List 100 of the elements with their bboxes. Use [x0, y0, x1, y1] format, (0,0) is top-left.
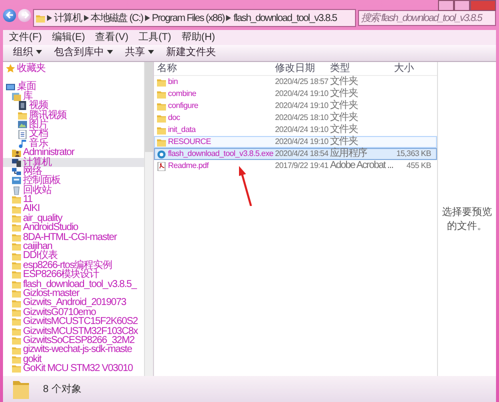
document-icon [18, 130, 27, 139]
sidebar-item[interactable]: 控制面板 [3, 176, 144, 186]
folder-icon [157, 90, 166, 98]
toolbar-button[interactable]: 共享 [125, 47, 154, 59]
sidebar-item[interactable]: 11 [3, 195, 144, 204]
sidebar-item[interactable]: 图片 [3, 120, 144, 130]
sidebar-item[interactable]: GizwitsMCUSTM32F103C8x [3, 326, 144, 336]
folder-icon [157, 114, 166, 122]
sidebar-item[interactable]: GizwitsMCUSTC15F2K60S2 [3, 317, 144, 327]
sidebar-item[interactable]: GoKit MCU STM32 V03010 [3, 364, 144, 374]
file-name: bin [168, 77, 178, 87]
column-header[interactable]: 修改日期 [272, 62, 327, 75]
caret-icon [36, 50, 42, 54]
address-bar[interactable]: 计算机 本地磁盘 (C:) Program Files (x86) flash_download_tool_v3.8.5 [33, 9, 356, 27]
menu-item[interactable]: 文件(F) [9, 32, 42, 43]
sidebar-item[interactable]: Administrator [3, 148, 144, 158]
picture-icon [18, 120, 27, 130]
sidebar-item[interactable]: 收藏夹 [3, 64, 144, 74]
file-row[interactable]: combine 2020/4/24 19:10 文件夹 [154, 88, 437, 100]
control-panel-icon [12, 176, 21, 186]
sidebar-item[interactable]: AIKI [3, 204, 144, 214]
sidebar-item[interactable]: GizwitsSoCESP8266_32M2 [3, 336, 144, 346]
folder-icon [13, 379, 29, 399]
file-row[interactable]: init_data 2020/4/24 19:10 文件夹 [154, 124, 437, 136]
file-row[interactable]: doc 2020/4/25 18:10 文件夹 [154, 112, 437, 124]
type-cell-text: Adobe Acrobat ... [329, 161, 392, 171]
chevron-icon [47, 15, 52, 21]
sidebar-item[interactable]: air_quality [3, 214, 144, 224]
folder-icon [12, 232, 21, 242]
sidebar-item[interactable]: AndroidStudio [3, 223, 144, 233]
sidebar-item[interactable]: flash_download_tool_v3.8.5_ [3, 280, 144, 289]
sidebar-item[interactable]: 计算机 [3, 158, 144, 167]
type-cell-text: 文件夹 [329, 125, 359, 135]
toolbar-button[interactable]: 包含到库中 [54, 47, 113, 59]
folder-icon [12, 298, 21, 308]
sidebar-item[interactable]: esp8266-rtos编程实例 [3, 260, 144, 270]
forward-button[interactable] [18, 8, 31, 22]
minimize-button[interactable] [438, 0, 454, 11]
date-cell-text: 2017/9/22 19:41 [274, 161, 328, 171]
sidebar-item[interactable]: Gizwits_Android_2019073 [3, 298, 144, 308]
chevron-icon [84, 15, 89, 21]
sidebar-item[interactable]: 文档 [3, 129, 144, 139]
date-cell-text: 2020/4/24 19:10 [274, 101, 328, 111]
menu-item[interactable]: 编辑(E) [52, 32, 86, 43]
column-header[interactable]: 大小 [391, 62, 433, 75]
menu-item[interactable]: 工具(T) [138, 32, 172, 43]
breadcrumb[interactable]: 计算机 [54, 11, 82, 25]
right-arrow-icon [20, 11, 28, 19]
file-row[interactable]: RESOURCE 2020/4/24 19:10 文件夹 [154, 136, 437, 148]
network-icon [12, 167, 21, 176]
preview-message: 选择要预览的文件。 [441, 206, 493, 233]
folder-icon [12, 252, 21, 261]
type-cell-text: 文件夹 [329, 77, 359, 87]
file-name: Readme.pdf [168, 161, 209, 171]
file-row[interactable]: configure 2020/4/24 19:10 文件夹 [154, 100, 437, 112]
menu-item[interactable]: 查看(V) [95, 32, 128, 43]
breadcrumb[interactable]: flash_download_tool_v3.8.5 [233, 12, 337, 24]
sidebar-item[interactable]: gokit [3, 354, 144, 364]
sidebar-item[interactable]: gizwits-wechat-js-sdk-maste [3, 345, 144, 355]
folder-icon [12, 214, 21, 224]
breadcrumb[interactable]: 本地磁盘 (C:) [90, 11, 143, 25]
file-row[interactable]: bin 2020/4/25 18:57 文件夹 [154, 76, 437, 88]
sidebar-item[interactable]: 回收站 [3, 186, 144, 196]
caret-icon [107, 50, 113, 54]
folder-icon [157, 78, 166, 86]
sidebar-item[interactable]: 音乐 [3, 138, 144, 148]
folder-icon [157, 102, 166, 110]
folder-icon [12, 195, 21, 204]
breadcrumb[interactable]: Program Files (x86) [152, 12, 224, 24]
file-name: doc [168, 113, 180, 123]
back-button[interactable] [3, 8, 16, 22]
gear-icon [157, 150, 166, 158]
type-cell-text: 文件夹 [329, 113, 359, 123]
sidebar-item[interactable]: GizwitsG0710emo [3, 308, 144, 318]
folder-icon [12, 346, 21, 355]
sidebar-item[interactable]: 桌面 [3, 82, 144, 92]
sidebar-item[interactable]: 腾讯视频 [3, 110, 144, 120]
file-name: RESOURCE [168, 137, 211, 147]
desktop-icon [6, 82, 15, 92]
file-name: configure [168, 101, 198, 111]
column-header[interactable]: 类型 [327, 62, 391, 75]
toolbar-button[interactable]: 新建文件夹 [166, 47, 216, 59]
toolbar-button[interactable]: 组织 [13, 47, 42, 59]
sidebar-item[interactable]: 视频 [3, 101, 144, 111]
maximize-button[interactable] [454, 0, 470, 11]
sidebar-item[interactable]: DDI仪表 [3, 251, 144, 261]
file-row[interactable]: flash_download_tool_v3.8.5.exe 2020/4/24 18:54 应用程序 15,363 KB [154, 148, 437, 160]
size-cell-text: 15,363 KB [395, 149, 432, 159]
menu-item[interactable]: 帮助(H) [181, 32, 216, 43]
folder-icon [12, 223, 21, 232]
computer-icon [12, 158, 21, 167]
search-field[interactable]: 搜索 flash_download_tool_v3.8.5 [358, 10, 496, 26]
column-header[interactable]: 名称 [154, 62, 272, 75]
sidebar-item[interactable]: 8DA-HTML-CGI-master [3, 232, 144, 242]
sidebar-item[interactable]: Gizlost-master [3, 288, 144, 298]
sidebar-item[interactable]: ESP8266模块设计 [3, 270, 144, 280]
file-row[interactable]: Readme.pdf 2017/9/22 19:41 Adobe Acrobat ... 455 KB [154, 160, 437, 172]
scrollbar[interactable] [144, 62, 153, 376]
folder-icon [12, 326, 21, 336]
folder-icon [12, 289, 21, 298]
